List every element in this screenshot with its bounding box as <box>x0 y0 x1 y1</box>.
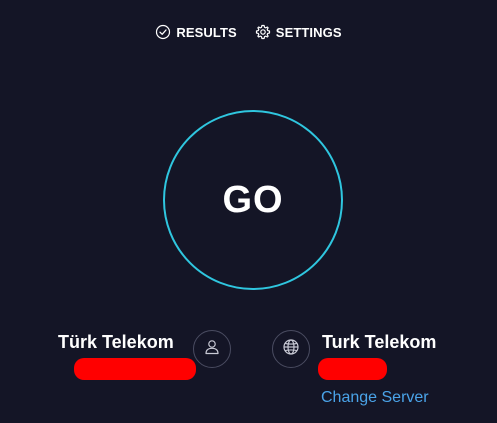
results-label: RESULTS <box>176 24 237 40</box>
results-link[interactable]: RESULTS <box>155 24 237 40</box>
settings-label: SETTINGS <box>275 24 342 40</box>
isp-info: Türk Telekom <box>58 332 188 353</box>
server-location-redaction <box>318 358 387 380</box>
check-circle-icon <box>155 24 171 40</box>
globe-icon <box>282 338 300 361</box>
go-label: GO <box>222 178 284 221</box>
server-name: Turk Telekom <box>322 332 437 352</box>
gear-icon <box>255 24 271 40</box>
change-server-link[interactable]: Change Server <box>321 389 429 407</box>
isp-ip-redaction <box>74 358 196 380</box>
isp-user-icon-circle <box>193 330 231 368</box>
user-icon <box>203 338 221 361</box>
isp-name: Türk Telekom <box>58 332 174 352</box>
top-nav: RESULTS SETTINGS <box>0 22 497 42</box>
server-info: Turk Telekom <box>322 332 472 353</box>
speedtest-app: RESULTS SETTINGS GO Türk Telekom Turk Te… <box>0 0 497 423</box>
settings-link[interactable]: SETTINGS <box>255 24 342 40</box>
server-globe-icon-circle <box>272 330 310 368</box>
go-button[interactable]: GO <box>163 110 343 290</box>
